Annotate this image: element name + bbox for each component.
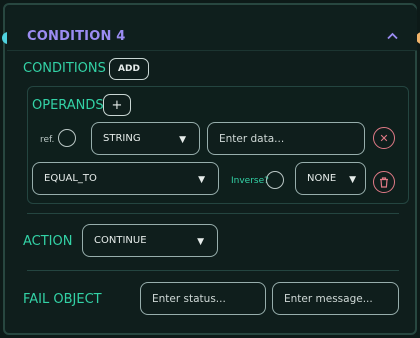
caret-down-icon: ▼ bbox=[349, 175, 356, 185]
operator-select-value: EQUAL_TO bbox=[44, 173, 97, 184]
caret-down-icon: ▼ bbox=[197, 237, 204, 247]
conditions-label: CONDITIONS bbox=[23, 61, 106, 76]
node-header[interactable]: CONDITION 4 bbox=[7, 7, 417, 51]
caret-down-icon: ▼ bbox=[198, 175, 205, 185]
operands-panel: OPERANDS + ref. STRING ▼ Enter data... ✕… bbox=[27, 86, 409, 204]
close-icon[interactable]: ✕ bbox=[373, 127, 395, 149]
status-input-placeholder: Enter status... bbox=[152, 292, 226, 305]
section-divider bbox=[27, 270, 399, 271]
section-divider bbox=[27, 213, 399, 214]
caret-down-icon: ▼ bbox=[179, 135, 186, 145]
node-title: CONDITION 4 bbox=[27, 29, 126, 44]
type-select[interactable]: STRING ▼ bbox=[91, 122, 200, 155]
action-select[interactable]: CONTINUE ▼ bbox=[82, 224, 218, 257]
operator-select[interactable]: EQUAL_TO ▼ bbox=[32, 162, 219, 195]
data-input[interactable]: Enter data... bbox=[207, 122, 365, 155]
condition-node: CONDITION 4 CONDITIONS ADD OPERANDS + re… bbox=[2, 3, 420, 335]
action-select-value: CONTINUE bbox=[94, 235, 147, 246]
modifier-select[interactable]: NONE ▼ bbox=[295, 162, 366, 195]
modifier-select-value: NONE bbox=[307, 173, 337, 184]
inverse-label: Inverse? bbox=[231, 176, 269, 186]
ref-toggle[interactable] bbox=[58, 129, 76, 147]
ref-label: ref. bbox=[40, 135, 55, 145]
fail-object-label: FAIL OBJECT bbox=[23, 292, 102, 307]
add-condition-button[interactable]: ADD bbox=[109, 58, 149, 80]
trash-icon[interactable] bbox=[373, 171, 395, 193]
data-input-placeholder: Enter data... bbox=[219, 132, 285, 145]
status-input[interactable]: Enter status... bbox=[140, 282, 266, 315]
inverse-toggle[interactable] bbox=[266, 171, 284, 189]
message-input-placeholder: Enter message... bbox=[284, 292, 373, 305]
action-label: ACTION bbox=[23, 234, 73, 249]
chevron-up-icon[interactable] bbox=[387, 29, 398, 43]
message-input[interactable]: Enter message... bbox=[272, 282, 399, 315]
add-operand-button[interactable]: + bbox=[103, 94, 131, 116]
operands-label: OPERANDS bbox=[32, 98, 104, 113]
type-select-value: STRING bbox=[103, 133, 141, 144]
